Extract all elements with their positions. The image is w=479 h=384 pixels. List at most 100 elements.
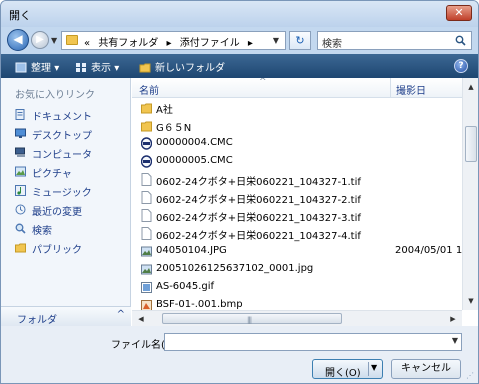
column-header-row: 名前 ^ 撮影日	[132, 78, 462, 98]
search-icon	[15, 223, 26, 234]
sidebar-item-public[interactable]: パブリック	[15, 240, 129, 256]
desktop-icon	[15, 128, 26, 138]
vertical-scroll-thumb[interactable]	[465, 126, 477, 162]
sidebar-item-label: ドキュメント	[32, 112, 92, 123]
scroll-left-icon[interactable]: ◀	[135, 313, 147, 325]
pictures-icon	[15, 166, 26, 177]
sidebar-item-pictures[interactable]: ピクチャ	[15, 164, 129, 180]
address-bar[interactable]: « 共有フォルダ ▸ 添付ファイル ▸ ▼	[61, 31, 286, 50]
chevron-down-icon: ▾	[54, 63, 60, 74]
list-item[interactable]: 20051026125637102_0001.jpg	[141, 261, 461, 279]
sidebar-item-label: デスクトップ	[32, 131, 92, 142]
chevron-down-icon[interactable]: ▼	[452, 336, 458, 345]
file-name: 0602-24クボタ+日栄060221_104327-3.tif	[156, 213, 361, 224]
open-options-dropdown-icon[interactable]: ▼	[371, 363, 377, 372]
close-button[interactable]: ✕	[446, 5, 472, 21]
document-file-icon	[141, 209, 152, 222]
list-item[interactable]: 0602-24クボタ+日栄060221_104327-4.tif	[141, 225, 461, 243]
sidebar-item-desktop[interactable]: デスクトップ	[15, 126, 129, 142]
file-name-field[interactable]: ▼	[164, 333, 462, 351]
chevron-up-icon: ^	[116, 309, 125, 320]
content-area: お気に入りリンク ドキュメント デスクトップ コンピュータ ピクチャ ミュージッ…	[1, 78, 478, 326]
new-folder-icon	[139, 63, 151, 73]
sidebar-item-label: パブリック	[32, 245, 82, 256]
title-bar[interactable]: 開く ✕	[1, 1, 478, 27]
sidebar-item-documents[interactable]: ドキュメント	[15, 107, 129, 123]
file-name: 0602-24クボタ+日栄060221_104327-2.tif	[156, 195, 361, 206]
split-divider	[368, 362, 369, 376]
list-item[interactable]: A社	[141, 99, 461, 117]
horizontal-scrollbar[interactable]: ◀ ||| ▶	[132, 310, 462, 326]
new-folder-button[interactable]: 新しいフォルダ	[139, 59, 225, 74]
list-item[interactable]: 0602-24クボタ+日栄060221_104327-2.tif	[141, 189, 461, 207]
sidebar-item-computer[interactable]: コンピュータ	[15, 145, 129, 161]
file-list: 名前 ^ 撮影日 A社 G６５N 00000004.CMC 00000005.C…	[132, 78, 478, 326]
breadcrumb-item[interactable]: 共有フォルダ	[98, 38, 158, 49]
breadcrumb: « 共有フォルダ ▸ 添付ファイル ▸	[84, 34, 258, 49]
navigation-pane: お気に入りリンク ドキュメント デスクトップ コンピュータ ピクチャ ミュージッ…	[1, 78, 131, 326]
file-name: G６５N	[156, 123, 192, 134]
search-icon[interactable]	[455, 35, 466, 46]
cmc-file-icon	[141, 137, 152, 150]
column-divider[interactable]	[390, 78, 391, 98]
forward-button[interactable]: ▶	[31, 31, 49, 49]
new-folder-label: 新しいフォルダ	[155, 63, 225, 74]
list-item[interactable]: G６５N	[141, 117, 461, 135]
resize-grip-icon[interactable]: ⋰	[466, 371, 476, 381]
list-item[interactable]: 0602-24クボタ+日栄060221_104327-3.tif	[141, 207, 461, 225]
scroll-right-icon[interactable]: ▶	[447, 313, 459, 325]
address-dropdown-icon[interactable]: ▼	[269, 33, 283, 48]
list-item[interactable]: 00000004.CMC	[141, 135, 461, 153]
refresh-button[interactable]: ↻	[289, 31, 311, 50]
computer-icon	[15, 147, 25, 157]
sidebar-item-label: 検索	[32, 226, 52, 237]
breadcrumb-separator[interactable]: ▸	[248, 38, 253, 49]
sidebar-item-music[interactable]: ミュージック	[15, 183, 129, 199]
column-header-date-taken[interactable]: 撮影日	[396, 82, 426, 97]
file-name: 0602-24クボタ+日栄060221_104327-1.tif	[156, 177, 361, 188]
recent-locations-dropdown[interactable]: ▼	[51, 36, 57, 45]
folder-icon	[66, 35, 78, 45]
file-name: 04050104.JPG	[156, 245, 227, 256]
sidebar-item-recent-changes[interactable]: 最近の変更	[15, 202, 129, 218]
organize-menu-button[interactable]: 整理 ▾	[15, 59, 59, 74]
document-file-icon	[141, 227, 152, 240]
back-button[interactable]: ◀	[7, 29, 29, 51]
list-item[interactable]: AS-6045.gif	[141, 279, 461, 297]
vertical-scrollbar[interactable]: ▲ ▼	[462, 78, 478, 310]
sidebar-item-label: コンピュータ	[32, 150, 92, 161]
list-item[interactable]: 00000005.CMC	[141, 153, 461, 171]
breadcrumb-overflow[interactable]: «	[84, 38, 90, 49]
breadcrumb-separator[interactable]: ▸	[167, 38, 172, 49]
horizontal-scroll-thumb[interactable]: |||	[162, 313, 342, 324]
help-icon[interactable]: ?	[454, 59, 468, 73]
folders-toggle[interactable]: フォルダ ^	[1, 306, 131, 326]
sort-ascending-icon: ^	[259, 78, 267, 87]
breadcrumb-item[interactable]: 添付ファイル	[180, 38, 240, 49]
search-box[interactable]: 検索	[317, 31, 472, 50]
open-button-label: 開く(O)	[325, 368, 361, 379]
cmc-file-icon	[141, 155, 152, 168]
scroll-down-icon[interactable]: ▼	[465, 295, 477, 307]
list-item[interactable]: 04050104.JPG 2004/05/01 15	[141, 243, 469, 261]
chevron-down-icon: ▾	[114, 63, 120, 74]
file-name: A社	[156, 105, 173, 116]
document-file-icon	[141, 173, 152, 186]
scroll-up-icon[interactable]: ▲	[465, 81, 477, 93]
column-header-name[interactable]: 名前	[139, 82, 159, 97]
organize-icon	[15, 62, 27, 73]
documents-icon	[15, 109, 25, 120]
sidebar-item-search[interactable]: 検索	[15, 221, 129, 237]
recent-icon	[15, 204, 26, 215]
cancel-button[interactable]: キャンセル	[391, 359, 461, 379]
open-file-dialog: 開く ✕ ◀ ▶ ▼ « 共有フォルダ ▸ 添付ファイル ▸ ▼ ↻ 検索 整理…	[0, 0, 479, 384]
image-file-icon	[141, 246, 152, 257]
open-button[interactable]: 開く(O) ▼	[312, 359, 383, 379]
file-name: BSF-01-.001.bmp	[156, 299, 243, 310]
search-input[interactable]: 検索	[322, 35, 342, 50]
back-arrow-icon: ◀	[13, 32, 23, 46]
list-item[interactable]: 0602-24クボタ+日栄060221_104327-1.tif	[141, 171, 461, 189]
views-menu-button[interactable]: 表示 ▾	[75, 59, 119, 74]
dialog-footer: ファイル名(N): ▼ 開く(O) ▼ キャンセル ⋰	[1, 326, 478, 383]
views-label: 表示	[91, 63, 111, 74]
